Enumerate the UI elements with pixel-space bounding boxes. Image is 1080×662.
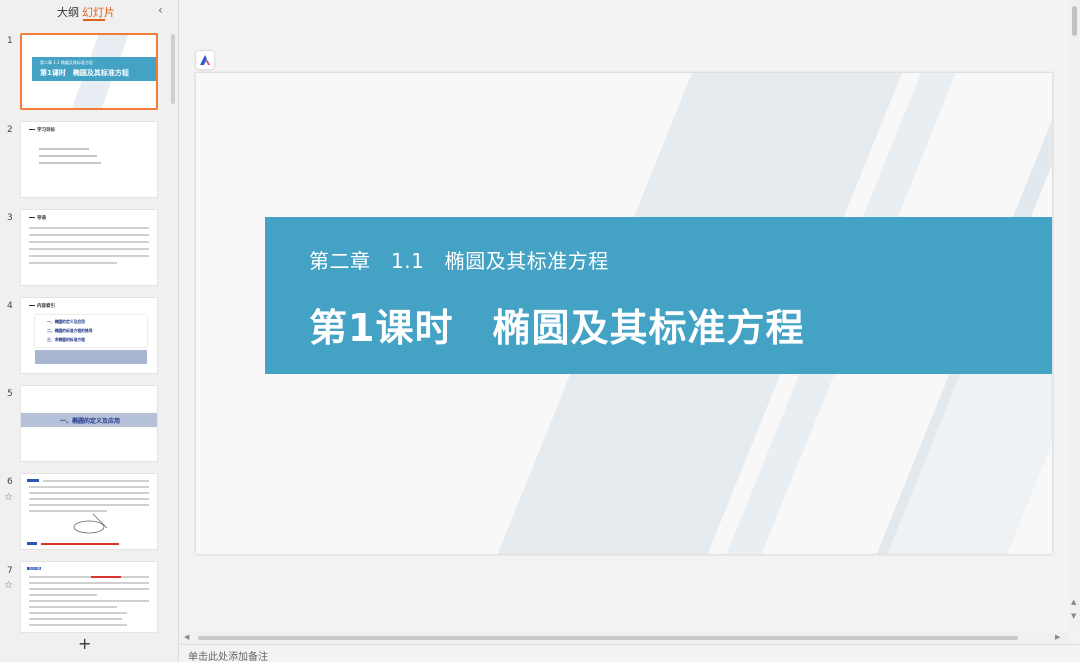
thumb-text-line: [29, 234, 149, 236]
thumb-text-line: [29, 594, 97, 596]
thumb-label: [27, 542, 37, 545]
thumb-text-line: [29, 248, 149, 250]
slide-number: 1: [7, 36, 13, 46]
slide-thumbnail-3[interactable]: 导语: [20, 209, 158, 286]
slide-number: 2: [7, 125, 13, 135]
add-slide-button[interactable]: +: [78, 636, 91, 652]
thumb-text-line: [39, 155, 97, 157]
notes-pane[interactable]: 单击此处添加备注: [180, 644, 1080, 662]
slide-thumbnail-4[interactable]: 内容索引 一、椭圆的定义及应用 二、椭圆的标准方程的推导 三、求椭圆的标准方程: [20, 297, 158, 374]
thumb-text-line: [29, 241, 149, 243]
panel-scrollbar[interactable]: [171, 34, 175, 104]
notes-placeholder[interactable]: 单击此处添加备注: [188, 648, 268, 662]
thumb-item: 二、椭圆的标准方程的推导: [47, 328, 93, 333]
thumb-text-line: [29, 255, 149, 257]
thumb-red-text: [41, 543, 119, 545]
slide-number: 7: [7, 566, 13, 576]
thumb-item: 一、椭圆的定义及应用: [47, 319, 85, 324]
thumb-text-line: [29, 588, 149, 590]
thumb-text-line: [29, 582, 149, 584]
thumb-header: 内容索引: [29, 303, 55, 309]
vertical-scroll-thumb[interactable]: [1072, 6, 1077, 36]
thumb-header: 学习目标: [29, 127, 55, 133]
tab-outline[interactable]: 大纲: [57, 4, 79, 20]
scroll-down-icon[interactable]: ▼: [1071, 612, 1076, 620]
active-tab-indicator: [83, 19, 105, 21]
thumb-label: [27, 479, 39, 482]
scroll-up-icon[interactable]: ▲: [1071, 598, 1076, 606]
slide-thumbnail-1[interactable]: 第二章 1.1 椭圆及其标准方程 第1课时 椭圆及其标准方程: [20, 33, 158, 110]
thumb-text-line: [29, 624, 127, 626]
thumb-title: 第1课时 椭圆及其标准方程: [40, 69, 129, 77]
thumb-text-line: [29, 612, 127, 614]
star-outline-icon[interactable]: ☆: [4, 580, 13, 591]
thumb-text-line: [29, 618, 122, 620]
thumb-bottom-bar: [35, 350, 147, 364]
slide-number: 4: [7, 301, 13, 311]
star-outline-icon[interactable]: ☆: [4, 492, 13, 503]
thumb-text-line: [29, 504, 149, 506]
ai-logo-icon[interactable]: [196, 51, 214, 69]
slide-canvas[interactable]: 第二章 1.1 椭圆及其标准方程 第1课时 椭圆及其标准方程: [196, 73, 1052, 554]
ellipse-drawing-icon: [73, 513, 108, 534]
slide-number: 3: [7, 213, 13, 223]
thumb-text-line: [29, 492, 149, 494]
thumb-text-line: [29, 498, 149, 500]
thumb-header: 知识梳理: [29, 566, 45, 571]
horizontal-scrollbar[interactable]: ◀ ▶: [180, 632, 1069, 644]
vertical-scrollbar[interactable]: ▲ ▼: [1069, 0, 1080, 632]
slides-panel: 大纲 幻灯片 ‹ 1 第二章 1.1 椭圆及其标准方程 第1课时 椭圆及其标准方…: [0, 0, 179, 662]
scroll-right-icon[interactable]: ▶: [1055, 633, 1060, 641]
slide-number: 6: [7, 477, 13, 487]
thumb-text-line: [29, 606, 117, 608]
slide-number: 5: [7, 389, 13, 399]
thumb-text-line: [29, 600, 149, 602]
tab-slides[interactable]: 幻灯片: [82, 4, 115, 20]
scroll-left-icon[interactable]: ◀: [184, 633, 189, 641]
thumb-section-title: 一、椭圆的定义及应用: [59, 418, 120, 425]
thumb-text-line: [29, 227, 149, 229]
thumb-text-line: [39, 162, 101, 164]
slide-thumbnail-7[interactable]: 知识梳理: [20, 561, 158, 633]
thumb-subtitle: 第二章 1.1 椭圆及其标准方程: [40, 60, 93, 65]
thumb-text-line: [43, 480, 149, 482]
slide-subtitle[interactable]: 第二章 1.1 椭圆及其标准方程: [309, 245, 609, 274]
slide-thumbnail-6[interactable]: [20, 473, 158, 550]
thumb-text-line: [39, 148, 89, 150]
thumb-text-line: [29, 262, 117, 264]
thumb-text-line: [29, 486, 149, 488]
horizontal-scroll-thumb[interactable]: [198, 636, 1018, 640]
chevron-left-icon[interactable]: ‹: [158, 3, 163, 17]
title-band: 第二章 1.1 椭圆及其标准方程 第1课时 椭圆及其标准方程: [265, 217, 1052, 374]
slide-title[interactable]: 第1课时 椭圆及其标准方程: [309, 297, 804, 352]
slide-thumbnail-2[interactable]: 学习目标: [20, 121, 158, 198]
thumb-red-text: [91, 576, 121, 578]
thumb-header: 导语: [29, 215, 46, 221]
thumb-item: 三、求椭圆的标准方程: [47, 337, 85, 342]
thumb-text-line: [29, 576, 149, 578]
slide-thumbnail-5[interactable]: 一、椭圆的定义及应用: [20, 385, 158, 462]
panel-tabs: 大纲 幻灯片 ‹: [0, 0, 179, 24]
